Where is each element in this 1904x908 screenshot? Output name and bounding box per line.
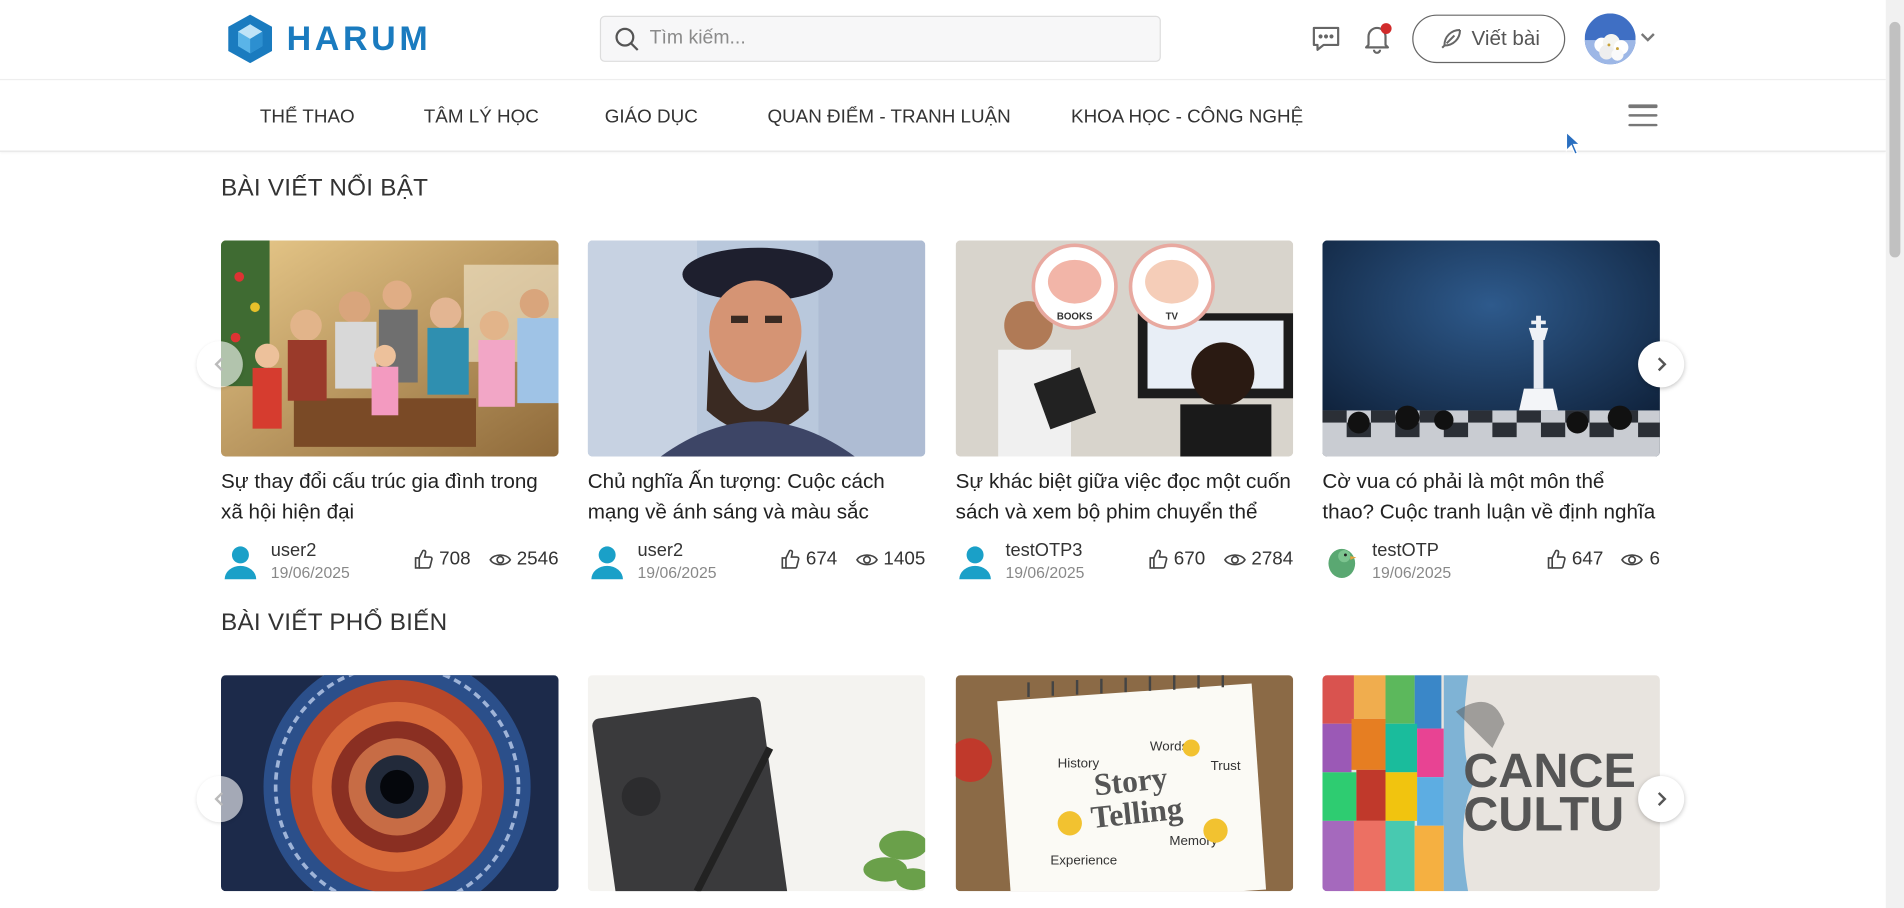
write-post-button[interactable]: Viết bài [1412,14,1566,64]
write-post-label: Viết bài [1471,26,1540,50]
like-count: 647 [1571,548,1604,570]
carousel-next-button[interactable] [1638,341,1685,388]
thumbs-up-icon[interactable] [779,549,801,571]
cancel-culture-thumbnail[interactable]: CANCE CULTU [1322,675,1660,892]
post-date: 19/06/2025 [1005,563,1085,582]
post-date: 19/06/2025 [637,563,717,582]
featured-card[interactable]: Chủ nghĩa Ấn tượng: Cuộc cách mạng về án… [587,240,926,582]
user-avatar-icon [224,546,257,580]
eye-icon [1223,554,1246,566]
popular-section-title: BÀI VIẾT PHỔ BIẾN [221,609,448,637]
feather-icon [1441,28,1461,49]
featured-card[interactable]: Cờ vua có phải là một môn thể thao? Cuộc… [1322,240,1660,582]
popular-card[interactable]: CANCE CULTU [1322,675,1660,892]
nav-item-quan-diem[interactable]: QUAN ĐIỂM - TRANH LUẬN [767,107,1010,129]
chevron-right-icon [1657,357,1667,372]
author-name[interactable]: user2 [271,540,350,561]
search-icon [615,27,639,51]
chevron-down-icon[interactable] [1639,29,1656,46]
popular-card[interactable] [221,675,559,892]
hexagon-cube-icon [228,14,273,64]
featured-card[interactable]: Sự thay đổi cấu trúc gia đình trong xã h… [221,240,559,582]
top-header: HARUM Viết bài [0,0,1886,81]
post-date: 19/06/2025 [270,563,350,582]
chevron-left-icon [214,357,224,372]
words-text: Words [1150,738,1189,753]
scrollbar-thumb[interactable] [1889,21,1901,258]
mouse-cursor-icon [1565,131,1582,156]
popular-card[interactable]: Story Telling History Words Trust Memory… [955,675,1294,892]
thumbs-up-icon[interactable] [1545,549,1567,571]
notebook-pen-thumbnail[interactable] [587,675,926,892]
eye-icon [488,554,511,566]
brand-logo[interactable]: HARUM [226,12,431,65]
view-count: 6 [1649,548,1660,570]
user-avatar[interactable] [1584,13,1636,65]
popular-card[interactable] [587,675,926,892]
search-box[interactable] [599,15,1161,62]
brand-name: HARUM [286,19,432,58]
view-count: 2546 [516,548,559,570]
post-date: 19/06/2025 [1372,563,1452,582]
nav-item-khoa-hoc[interactable]: KHOA HỌC - CÔNG NGHỆ [1071,107,1303,129]
eye-icon [855,554,878,566]
carousel-prev-button[interactable] [196,775,243,823]
card-title[interactable]: Chủ nghĩa Ấn tượng: Cuộc cách mạng về án… [588,466,926,527]
books-label: BOOKS [1057,311,1093,322]
trust-text: Trust [1211,758,1241,773]
history-text: History [1058,755,1100,770]
nav-item-the-thao[interactable]: THỂ THAO [260,107,355,129]
thumbs-up-icon[interactable] [1147,549,1169,571]
like-count: 674 [805,548,838,570]
chevron-left-icon [214,792,224,806]
family-photo-thumbnail[interactable] [221,240,559,457]
eye-icon [1621,554,1644,566]
chevron-right-icon [1657,792,1667,806]
chess-king-thumbnail[interactable] [1322,240,1660,457]
author-name[interactable]: testOTP [1372,540,1451,561]
notification-badge [1380,23,1392,35]
like-count: 670 [1173,548,1206,570]
user-avatar-icon [959,546,991,580]
view-count: 1405 [883,548,926,570]
featured-section-title: BÀI VIẾT NỔI BẬT [221,174,429,202]
category-nav: THỂ THAO TÂM LÝ HỌC GIÁO DỤC QUAN ĐIỂM -… [0,81,1886,152]
experience-text: Experience [1050,853,1117,868]
search-input[interactable] [649,27,1136,50]
menu-icon[interactable] [1628,103,1658,127]
featured-card[interactable]: BOOKS TV Sự khác biệt giữa việc đọc một … [955,240,1294,582]
card-title[interactable]: Cờ vua có phải là một môn thể thao? Cuộc… [1322,466,1660,527]
chat-icon[interactable] [1310,23,1342,55]
vertical-scrollbar[interactable] [1885,0,1904,908]
bird-avatar-icon [1328,548,1357,579]
culture-text: CULTU [1463,788,1624,842]
carousel-next-button[interactable] [1638,775,1685,823]
books-vs-tv-thumbnail[interactable]: BOOKS TV [955,240,1294,457]
painted-portrait-thumbnail[interactable] [587,240,926,457]
story-telling-thumbnail[interactable]: Story Telling History Words Trust Memory… [955,675,1294,892]
user-avatar-icon [591,546,623,580]
carousel-prev-button[interactable] [196,341,243,388]
view-count: 2784 [1251,548,1294,570]
nav-item-giao-duc[interactable]: GIÁO DỤC [605,107,698,129]
card-title[interactable]: Sự thay đổi cấu trúc gia đình trong xã h… [221,466,559,527]
author-name[interactable]: user2 [638,540,717,561]
like-count: 708 [439,548,471,570]
author-name[interactable]: testOTP3 [1005,540,1084,561]
card-title[interactable]: Sự khác biệt giữa việc đọc một cuốn sách… [956,466,1294,527]
thumbs-up-icon[interactable] [412,549,434,571]
particle-detector-thumbnail[interactable] [221,675,559,892]
nav-item-tam-ly-hoc[interactable]: TÂM LÝ HỌC [424,107,539,129]
tv-label: TV [1166,311,1179,322]
